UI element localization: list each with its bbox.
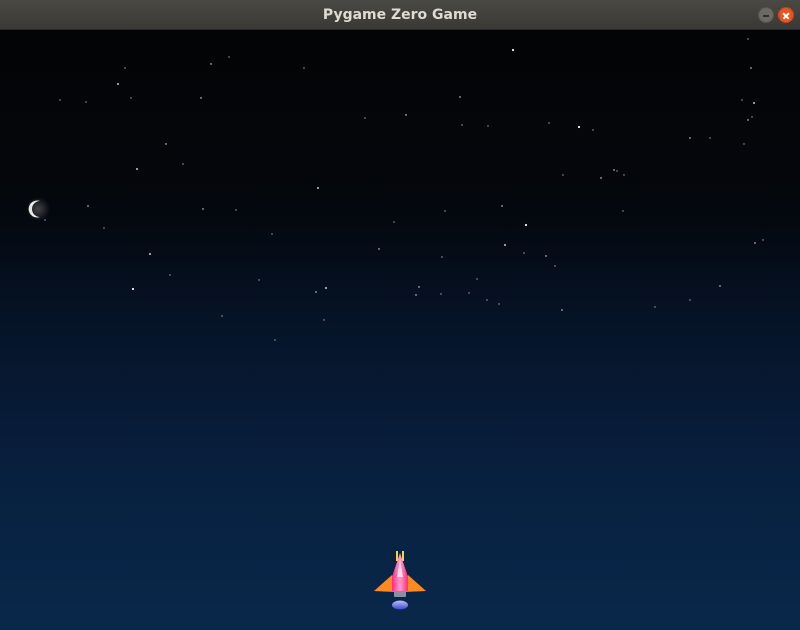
star xyxy=(364,117,366,119)
star xyxy=(487,125,489,127)
star xyxy=(498,303,500,305)
star xyxy=(476,278,478,280)
star xyxy=(622,210,624,212)
star xyxy=(165,143,167,145)
star xyxy=(623,174,625,176)
star xyxy=(654,306,656,308)
star xyxy=(323,319,325,321)
star xyxy=(548,122,550,124)
star xyxy=(235,209,237,211)
star xyxy=(271,233,273,235)
star xyxy=(600,177,602,179)
star xyxy=(274,339,276,341)
star xyxy=(709,137,711,139)
close-button[interactable] xyxy=(778,7,794,23)
star xyxy=(87,205,89,207)
star xyxy=(221,315,223,317)
star xyxy=(59,99,61,101)
star xyxy=(751,116,753,118)
star xyxy=(545,255,547,257)
star xyxy=(501,205,503,207)
star xyxy=(468,292,470,294)
star xyxy=(459,96,461,98)
star xyxy=(562,174,564,176)
star xyxy=(577,125,581,129)
star xyxy=(524,223,528,227)
star xyxy=(719,285,721,287)
player-spaceship[interactable] xyxy=(368,549,432,613)
star xyxy=(754,242,756,244)
star xyxy=(130,97,132,99)
star xyxy=(461,124,463,126)
star xyxy=(750,67,752,69)
star xyxy=(116,82,120,86)
star xyxy=(405,114,407,116)
star xyxy=(743,143,745,145)
title-bar[interactable]: Pygame Zero Game xyxy=(0,0,800,30)
star xyxy=(228,56,230,58)
star xyxy=(747,38,749,40)
star xyxy=(200,97,202,99)
star xyxy=(523,252,525,254)
star xyxy=(689,137,691,139)
window-title: Pygame Zero Game xyxy=(322,7,478,23)
star xyxy=(741,99,743,101)
star xyxy=(752,101,756,105)
star xyxy=(418,286,420,288)
star xyxy=(202,208,204,210)
star-field xyxy=(44,38,764,341)
star xyxy=(258,279,260,281)
game-canvas[interactable] xyxy=(0,30,800,630)
star xyxy=(503,243,507,247)
star xyxy=(103,227,105,229)
star xyxy=(444,210,446,212)
star xyxy=(324,286,328,290)
star xyxy=(210,63,212,65)
star xyxy=(378,248,380,250)
star xyxy=(393,221,395,223)
star xyxy=(148,252,152,256)
star xyxy=(85,101,87,103)
game-window: Pygame Zero Game xyxy=(0,0,800,630)
star xyxy=(486,299,488,301)
star xyxy=(616,170,618,172)
star xyxy=(689,299,691,301)
minimize-button[interactable] xyxy=(758,7,774,23)
star xyxy=(182,163,184,165)
moon-icon xyxy=(26,198,50,221)
star xyxy=(303,67,305,69)
star xyxy=(440,293,442,295)
star xyxy=(592,129,594,131)
star xyxy=(315,291,317,293)
star xyxy=(415,294,417,296)
star xyxy=(747,119,749,121)
star xyxy=(135,167,139,171)
star xyxy=(561,309,563,311)
star xyxy=(131,287,135,291)
star xyxy=(511,48,515,52)
star xyxy=(441,256,443,258)
star xyxy=(762,239,764,241)
star xyxy=(554,265,556,267)
star xyxy=(169,274,171,276)
star xyxy=(613,169,615,171)
star xyxy=(316,186,320,190)
star xyxy=(124,67,126,69)
